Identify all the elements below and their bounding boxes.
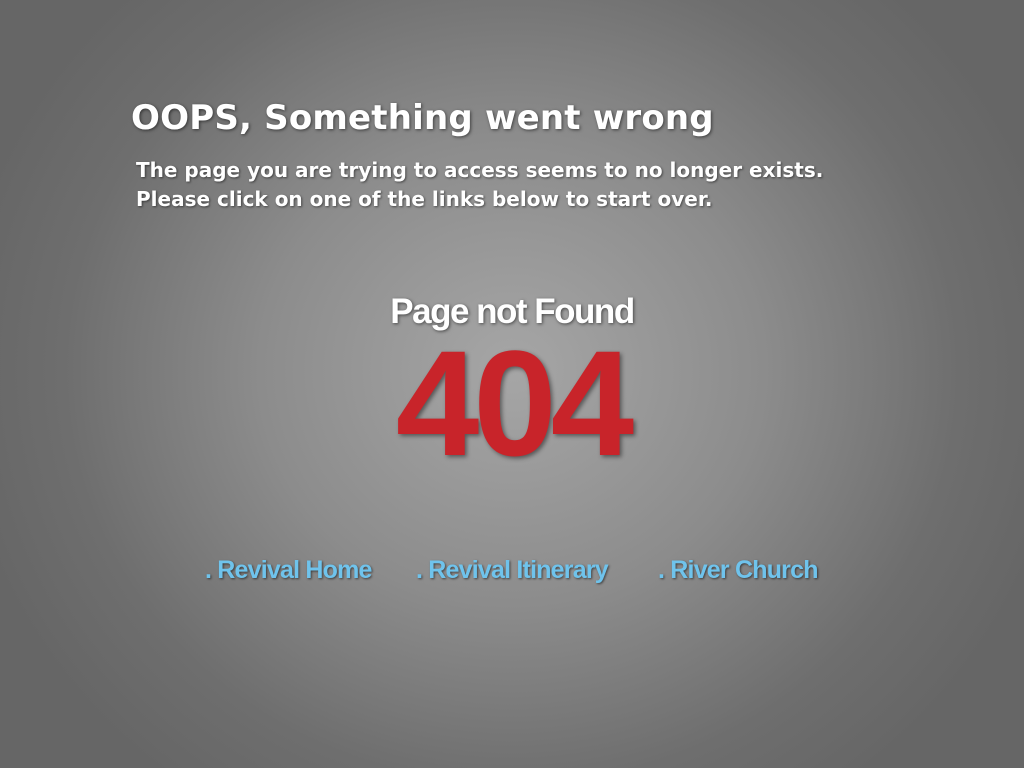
error-message: The page you are trying to access seems … — [136, 156, 916, 214]
revival-itinerary-link[interactable]: . Revival Itinerary — [416, 556, 609, 585]
revival-home-link[interactable]: . Revival Home — [205, 556, 372, 585]
error-message-line-2: Please click on one of the links below t… — [136, 187, 713, 211]
error-page: OOPS, Something went wrong The page you … — [0, 0, 1024, 768]
error-code: 404 — [395, 319, 634, 487]
error-message-line-1: The page you are trying to access seems … — [136, 158, 824, 182]
error-headline: OOPS, Something went wrong — [131, 98, 714, 138]
recovery-links: . Revival Home . Revival Itinerary . Riv… — [0, 556, 1024, 590]
river-church-link[interactable]: . River Church — [658, 556, 818, 585]
